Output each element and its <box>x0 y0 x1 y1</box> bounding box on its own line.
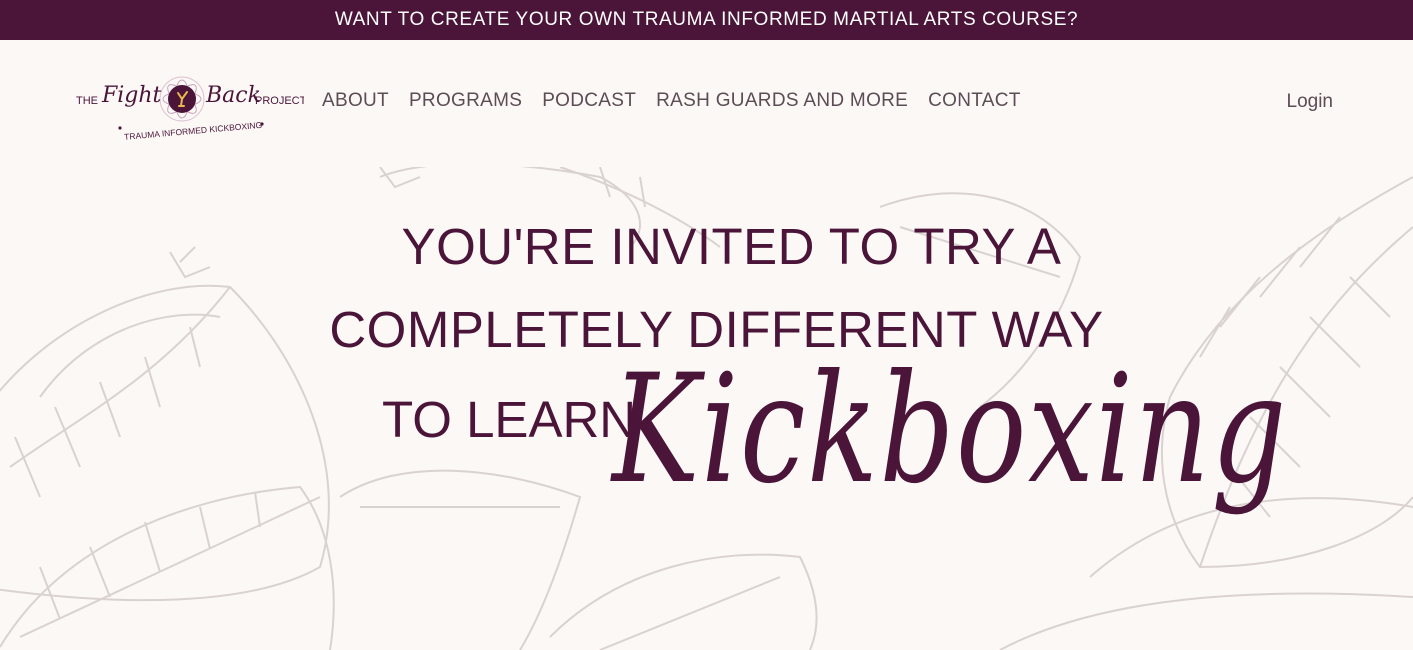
hero-script-word: Kickboxing <box>612 343 1288 517</box>
main-nav: ABOUT PROGRAMS PODCAST RASH GUARDS AND M… <box>322 90 1021 112</box>
logo-word-back: Back <box>205 83 261 108</box>
logo-tagline: TRAUMA INFORMED KICKBOXING <box>124 120 263 142</box>
fight-back-project-logo: THE Fight Back PROJECT TRAUMA INFORMED K… <box>76 76 304 142</box>
nav-about[interactable]: ABOUT <box>322 90 389 112</box>
hero-headline-line-1: YOU'RE INVITED TO TRY A <box>401 218 1062 275</box>
nav-podcast[interactable]: PODCAST <box>542 90 636 112</box>
login-link[interactable]: Login <box>1287 91 1334 113</box>
nav-programs[interactable]: PROGRAMS <box>409 90 522 112</box>
site-logo[interactable]: THE Fight Back PROJECT TRAUMA INFORMED K… <box>74 62 304 146</box>
site-header: THE Fight Back PROJECT TRAUMA INFORMED K… <box>0 40 1413 167</box>
hero-headline-line-3: TO LEARN <box>382 391 637 448</box>
logo-word-project: PROJECT <box>255 95 304 107</box>
nav-rash-guards[interactable]: RASH GUARDS AND MORE <box>656 90 908 112</box>
logo-word-fight: Fight <box>101 83 162 108</box>
announcement-bar-link[interactable]: WANT TO CREATE YOUR OWN TRAUMA INFORMED … <box>0 0 1413 40</box>
hero-section: YOU'RE INVITED TO TRY A COMPLETELY DIFFE… <box>0 167 1413 650</box>
nav-contact[interactable]: CONTACT <box>928 90 1021 112</box>
logo-word-the: THE <box>76 95 98 107</box>
